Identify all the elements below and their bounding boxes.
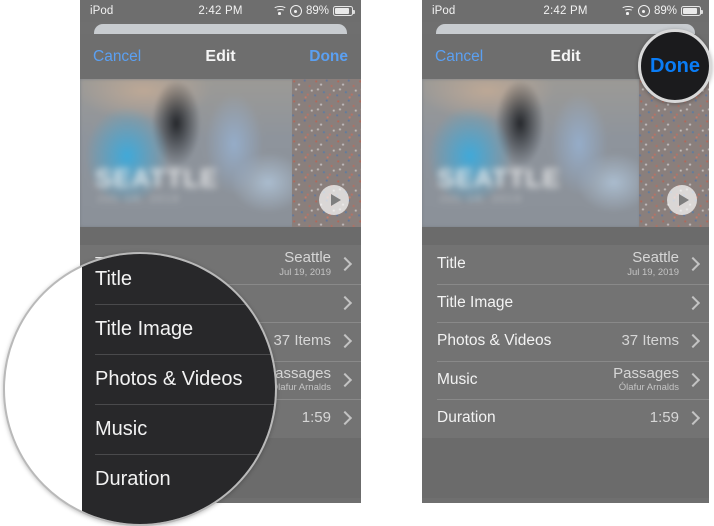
chevron-right-icon bbox=[685, 295, 701, 310]
list-item-accessory bbox=[331, 295, 361, 310]
list-item-accessory: 37 Items bbox=[621, 331, 709, 350]
settings-list-right: Title Seattle Jul 19, 2019 Title Image P… bbox=[422, 245, 709, 438]
memory-cover-photo: SEATTLE JUL 19, 2019 bbox=[80, 79, 294, 227]
location-services-icon bbox=[637, 5, 650, 17]
wifi-icon bbox=[273, 6, 288, 16]
done-button[interactable]: Done bbox=[309, 48, 348, 66]
wifi-icon bbox=[621, 6, 636, 16]
play-icon[interactable] bbox=[667, 185, 697, 215]
list-item-accessory: 1:59 bbox=[301, 408, 361, 427]
list-item-label: Duration bbox=[437, 409, 496, 427]
list-item-accessory: 1:59 bbox=[649, 408, 709, 427]
list-item-music[interactable]: Music Passages Ólafur Arnalds bbox=[422, 360, 709, 400]
chevron-right-icon bbox=[337, 334, 353, 349]
edit-sheet-right: Cancel Edit Done SEATTLE JUL 19, 2019 Ti… bbox=[422, 34, 709, 503]
list-item-value: Seattle bbox=[632, 249, 679, 267]
status-indicators: 89% bbox=[273, 5, 355, 17]
cover-title-overlay: SEATTLE bbox=[94, 163, 219, 194]
magnifier-callout-list: Title Title Image Photos & Videos Music … bbox=[3, 252, 277, 526]
chevron-right-icon bbox=[337, 411, 353, 426]
list-item-accessory: Seattle Jul 19, 2019 bbox=[627, 249, 709, 278]
chevron-right-icon bbox=[685, 411, 701, 426]
magnified-list-item-title[interactable]: Title bbox=[82, 254, 275, 304]
memory-cover-photo: SEATTLE JUL 19, 2019 bbox=[422, 79, 641, 227]
magnified-settings-list: Title Title Image Photos & Videos Music … bbox=[82, 254, 275, 524]
magnified-list-item-title-image[interactable]: Title Image bbox=[82, 304, 275, 354]
play-icon[interactable] bbox=[319, 185, 349, 215]
list-item-value: 1:59 bbox=[649, 408, 679, 426]
list-item-subvalue: Jul 19, 2019 bbox=[279, 266, 331, 278]
chevron-right-icon bbox=[685, 257, 701, 272]
list-item-value: 1:59 bbox=[301, 408, 331, 426]
status-bar-left: iPod 2:42 PM 89% bbox=[80, 0, 361, 22]
cover-subtitle-overlay: JUL 19, 2019 bbox=[439, 194, 523, 206]
list-item-label: Photos & Videos bbox=[437, 332, 552, 350]
magnified-list-item-music[interactable]: Music bbox=[82, 404, 275, 454]
magnified-list-item-label: Title Image bbox=[95, 317, 194, 340]
list-item-photos-videos[interactable]: Photos & Videos 37 Items bbox=[422, 322, 709, 361]
list-item-accessory: Passages Ólafur Arnalds bbox=[613, 364, 709, 394]
magnified-list-item-label: Title bbox=[95, 267, 133, 290]
list-item-subvalue: Ólafur Arnalds bbox=[618, 382, 679, 394]
list-item-title-image[interactable]: Title Image bbox=[422, 283, 709, 323]
status-indicators: 89% bbox=[621, 5, 703, 17]
chevron-right-icon bbox=[337, 295, 353, 310]
memory-preview-left[interactable]: SEATTLE JUL 19, 2019 bbox=[80, 79, 361, 227]
list-item-label: Music bbox=[437, 370, 478, 388]
list-item-accessory bbox=[679, 295, 709, 310]
list-item-title[interactable]: Title Seattle Jul 19, 2019 bbox=[422, 245, 709, 284]
list-item-subvalue: Jul 19, 2019 bbox=[627, 266, 679, 278]
battery-percent: 89% bbox=[305, 5, 329, 17]
list-item-label: Title bbox=[437, 255, 466, 273]
chevron-right-icon bbox=[337, 257, 353, 272]
magnified-done-label: Done bbox=[650, 54, 700, 77]
chevron-right-icon bbox=[337, 372, 353, 387]
list-top-spacer bbox=[80, 227, 361, 245]
cover-subtitle-overlay: JUL 19, 2019 bbox=[97, 194, 181, 206]
list-item-accessory: Passages Ólafur Arnalds bbox=[265, 365, 361, 394]
magnified-list-item-label: Duration bbox=[95, 467, 171, 490]
status-bar-right: iPod 2:42 PM 89% bbox=[422, 0, 709, 22]
magnified-list-item-photos-videos[interactable]: Photos & Videos bbox=[82, 354, 275, 404]
chevron-right-icon bbox=[685, 372, 701, 387]
battery-percent: 89% bbox=[653, 5, 677, 17]
magnified-list-item-label: Music bbox=[95, 417, 148, 440]
chevron-right-icon bbox=[685, 334, 701, 349]
list-item-value: 37 Items bbox=[621, 331, 679, 349]
list-item-accessory: 37 Items bbox=[273, 331, 361, 350]
list-item-value: Seattle bbox=[284, 249, 331, 267]
magnified-list-item-duration[interactable]: Duration bbox=[82, 454, 275, 504]
list-item-duration[interactable]: Duration 1:59 bbox=[422, 399, 709, 438]
battery-icon bbox=[681, 6, 703, 16]
list-item-value: 37 Items bbox=[273, 331, 331, 349]
nav-bar-left: Cancel Edit Done bbox=[80, 34, 361, 79]
list-top-spacer bbox=[422, 227, 709, 245]
magnifier-callout-done-button[interactable]: Done bbox=[638, 29, 712, 103]
location-services-icon bbox=[289, 5, 302, 17]
cover-title-overlay: SEATTLE bbox=[437, 163, 561, 194]
battery-icon bbox=[333, 6, 355, 16]
list-item-label: Title Image bbox=[437, 293, 514, 311]
magnified-list-item-label: Photos & Videos bbox=[95, 367, 243, 390]
list-bottom-spacer bbox=[422, 437, 709, 498]
list-item-value: Passages bbox=[613, 364, 679, 382]
list-item-accessory: Seattle Jul 19, 2019 bbox=[279, 249, 361, 278]
